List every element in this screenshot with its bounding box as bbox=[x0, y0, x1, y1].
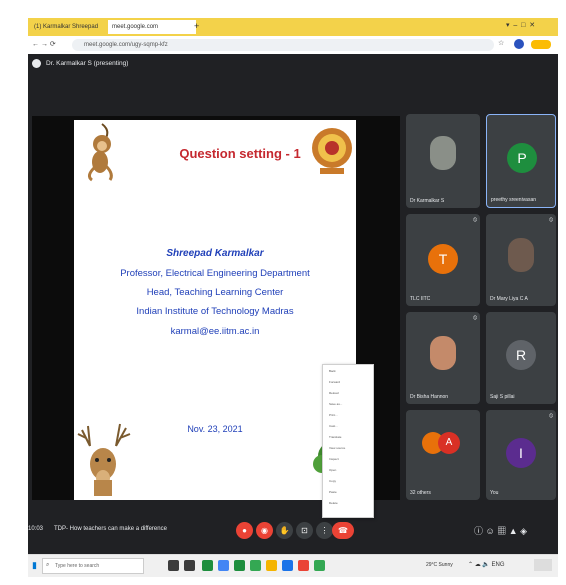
participant-tile[interactable]: R Saji S pillai bbox=[486, 312, 556, 404]
context-menu-item[interactable]: Paste bbox=[329, 490, 337, 494]
presenter-avatar bbox=[32, 59, 41, 68]
windows-start-icon[interactable]: ▮ bbox=[32, 560, 37, 571]
participant-tile[interactable]: Dr Karmalkar S bbox=[406, 114, 480, 208]
mic-toggle-icon[interactable]: ● bbox=[236, 522, 253, 539]
search-placeholder: Type here to search bbox=[55, 563, 100, 569]
participant-avatar: A bbox=[438, 432, 460, 454]
slide-line-4: karmal@ee.iitm.ac.in bbox=[170, 326, 260, 337]
deer-illustration bbox=[77, 423, 131, 496]
participant-name: TLC IITC bbox=[410, 296, 431, 302]
file-explorer-icon[interactable] bbox=[266, 560, 277, 571]
slide-line-2: Head, Teaching Learning Center bbox=[146, 287, 284, 298]
widgets-icon[interactable] bbox=[184, 560, 195, 571]
presentation-slide: Question setting - 1 Shreepad Karmalkar … bbox=[74, 120, 356, 500]
participant-avatar: I bbox=[506, 438, 536, 468]
meeting-title: TDP- How teachers can make a difference bbox=[54, 526, 167, 532]
end-call-button[interactable]: ☎ bbox=[332, 522, 354, 539]
profile-icon[interactable] bbox=[514, 39, 524, 49]
context-menu-item[interactable]: Save as... bbox=[329, 402, 342, 406]
participant-avatar: T bbox=[428, 244, 458, 274]
context-menu: Back Forward Reload Save as... Print... … bbox=[322, 364, 374, 518]
participant-tile[interactable]: ⦸ T TLC IITC bbox=[406, 214, 480, 306]
participant-photo bbox=[430, 336, 456, 370]
raise-hand-icon[interactable]: ✋ bbox=[276, 522, 293, 539]
camera-toggle-icon[interactable]: ◉ bbox=[256, 522, 273, 539]
extension-icon[interactable] bbox=[531, 40, 551, 49]
presenter-label: Dr. Karmalkar S (presenting) bbox=[46, 60, 129, 67]
participant-name: 32 others bbox=[410, 490, 431, 496]
tab-label: meet.google.com bbox=[112, 24, 159, 30]
participant-avatar: P bbox=[507, 143, 537, 173]
context-menu-item[interactable]: Inspect bbox=[329, 457, 339, 461]
search-icon: ⌕ bbox=[46, 562, 50, 568]
task-view-icon[interactable] bbox=[168, 560, 179, 571]
context-menu-item[interactable]: View source bbox=[329, 446, 345, 450]
app-icon[interactable] bbox=[314, 560, 325, 571]
context-menu-item[interactable]: Delete bbox=[329, 501, 338, 505]
present-icon[interactable]: ⊡ bbox=[296, 522, 313, 539]
context-menu-item[interactable]: Translate bbox=[329, 435, 341, 439]
context-menu-item[interactable]: Print... bbox=[329, 413, 338, 417]
participant-name: Dr Karmalkar S bbox=[410, 198, 445, 204]
browser-tab-meet[interactable]: meet.google.com bbox=[108, 20, 196, 34]
app-icon[interactable] bbox=[282, 560, 293, 571]
participant-photo bbox=[430, 136, 456, 170]
star-icon[interactable]: ☆ bbox=[498, 39, 504, 47]
participant-name: Dr Mary Liya C A bbox=[490, 296, 528, 302]
mic-off-icon: ⦸ bbox=[473, 315, 477, 321]
app-icon[interactable] bbox=[218, 560, 229, 571]
new-tab-icon[interactable]: + bbox=[194, 21, 199, 31]
participant-tile[interactable]: P preethy sreenivasan bbox=[486, 114, 556, 208]
mic-off-icon: ⦸ bbox=[549, 413, 553, 419]
meet-window: Dr. Karmalkar S (presenting) Question se… bbox=[28, 54, 558, 554]
mic-off-icon: ⦸ bbox=[473, 217, 477, 223]
taskbar-search-box[interactable]: Type here to search bbox=[42, 558, 144, 574]
context-menu-item[interactable]: Forward bbox=[329, 380, 340, 384]
slide-title: Question setting - 1 bbox=[179, 146, 301, 161]
app-icon[interactable] bbox=[250, 560, 261, 571]
participant-tile-self[interactable]: ⦸ I You bbox=[486, 410, 556, 500]
slide-line-1: Professor, Electrical Engineering Depart… bbox=[120, 268, 310, 279]
presentation-area[interactable]: Question setting - 1 Shreepad Karmalkar … bbox=[32, 116, 400, 518]
browser-tab-bar: (1) Karmalkar Shreepad meet.google.com +… bbox=[28, 18, 558, 36]
participant-tile[interactable]: ⦸ Dr Bisha Hannon bbox=[406, 312, 480, 404]
window-controls-icon[interactable]: ▾ – □ ✕ bbox=[506, 21, 535, 29]
monkey-illustration bbox=[87, 123, 113, 182]
chrome-icon[interactable] bbox=[298, 560, 309, 571]
participant-name: Saji S pillai bbox=[490, 394, 515, 400]
context-menu-item[interactable]: Cast... bbox=[329, 424, 338, 428]
meeting-time: 10:03 bbox=[28, 526, 44, 532]
context-menu-item[interactable]: Reload bbox=[329, 391, 339, 395]
browser-toolbar: ← → ⟳ meet.google.com/ugy-sqmp-kfz ☆ bbox=[28, 36, 558, 55]
app-icon[interactable] bbox=[234, 560, 245, 571]
meet-control-bar: 10:03 TDP- How teachers can make a diffe… bbox=[28, 510, 558, 554]
context-menu-item[interactable]: Copy bbox=[329, 479, 336, 483]
context-menu-item[interactable]: Open bbox=[329, 468, 336, 472]
app-icon[interactable] bbox=[202, 560, 213, 571]
notification-icon[interactable] bbox=[534, 559, 552, 571]
participant-tile[interactable]: ⦸ Dr Mary Liya C A bbox=[486, 214, 556, 306]
address-bar[interactable]: meet.google.com/ugy-sqmp-kfz bbox=[72, 39, 494, 51]
more-options-icon[interactable]: ⋮ bbox=[316, 522, 333, 539]
participant-name: preethy sreenivasan bbox=[491, 197, 537, 203]
side-panel-icons[interactable]: ⓘ ☺ ▦ ▲ ◈ bbox=[474, 524, 527, 537]
slide-line-3: Indian Institute of Technology Madras bbox=[136, 306, 294, 317]
weather-widget[interactable]: 29°C Sunny bbox=[426, 562, 453, 568]
mic-off-icon: ⦸ bbox=[549, 217, 553, 223]
context-menu-item[interactable]: Back bbox=[329, 369, 336, 373]
participant-photo bbox=[508, 238, 534, 272]
browser-tab-1[interactable]: (1) Karmalkar Shreepad bbox=[30, 20, 108, 34]
system-tray-icons[interactable]: ⌃ ☁ 🔈 ENG bbox=[468, 561, 505, 568]
participant-name: Dr Bisha Hannon bbox=[410, 394, 449, 400]
windows-taskbar: ▮ Type here to search ⌕ 29°C Sunny ⌃ ☁ 🔈… bbox=[28, 554, 558, 577]
address-text: meet.google.com/ugy-sqmp-kfz bbox=[84, 42, 168, 48]
participant-name: You bbox=[490, 490, 499, 496]
tab-label: (1) Karmalkar Shreepad bbox=[34, 24, 99, 30]
participant-avatar: R bbox=[506, 340, 536, 370]
participant-tile-others[interactable]: A 32 others bbox=[406, 410, 480, 500]
back-forward-reload-icon[interactable]: ← → ⟳ bbox=[32, 40, 56, 48]
slide-presenter-name: Shreepad Karmalkar bbox=[166, 248, 264, 259]
